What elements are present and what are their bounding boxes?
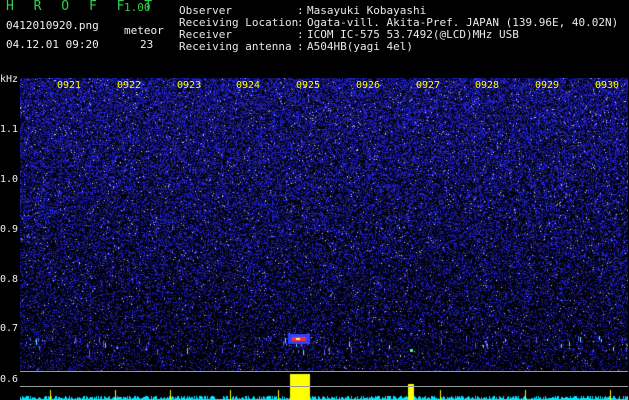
y-tick-0-6: 0.6: [0, 374, 19, 385]
info-antenna-colon: :: [297, 40, 304, 53]
x-tick-0922: 0922: [117, 80, 142, 91]
x-tick-0929: 0929: [535, 80, 560, 91]
x-tick-0923: 0923: [177, 80, 202, 91]
file-name: 0412010920.png: [6, 19, 99, 32]
x-tick-0928: 0928: [475, 80, 500, 91]
meteor-label: meteor: [124, 24, 164, 37]
x-tick-0930: 0930: [595, 80, 620, 91]
datetime: 04.12.01 09:20: [6, 38, 99, 51]
info-antenna-label: Receiving antenna: [179, 40, 292, 53]
meteor-count: 23: [140, 38, 154, 51]
y-tick-1-0: 1.0: [0, 174, 19, 185]
y-tick-0-8: 0.8: [0, 274, 19, 285]
strip-mid-line: [20, 386, 628, 387]
x-tick-0924: 0924: [236, 80, 261, 91]
x-tick-0927: 0927: [416, 80, 441, 91]
app-version: 1.00: [124, 1, 151, 14]
khz-unit-label: kHz: [0, 74, 19, 85]
y-tick-0-9: 0.9: [0, 224, 19, 235]
strip-top-line: [20, 371, 628, 372]
info-antenna-value: A504HB(yagi 4el): [307, 40, 413, 53]
x-tick-0925: 0925: [296, 80, 321, 91]
x-tick-0921: 0921: [57, 80, 82, 91]
y-tick-1-1: 1.1: [0, 124, 19, 135]
spectrogram: [20, 78, 628, 372]
y-tick-0-7: 0.7: [0, 323, 19, 334]
x-tick-0926: 0926: [356, 80, 381, 91]
